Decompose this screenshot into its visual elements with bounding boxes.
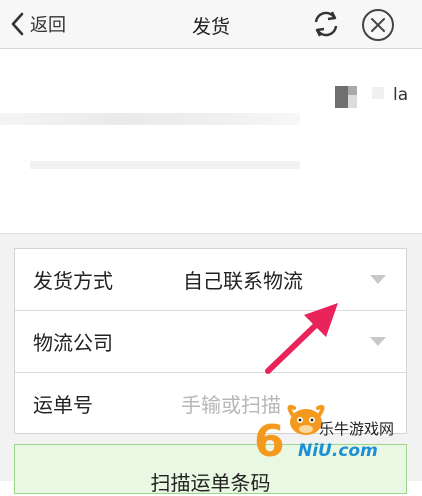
tracking-number-label: 运单号 [33,393,93,417]
nav-header: 返回 发货 [0,0,422,49]
obscured-text-line [30,161,300,169]
shipping-method-row[interactable]: 发货方式 自己联系物流 [15,249,406,311]
watermark-url: NiU.com [298,441,378,461]
shipping-method-label: 发货方式 [33,269,113,293]
logistics-company-row[interactable]: 物流公司 [15,311,406,373]
page-title: 发货 [191,16,230,38]
caret-down-icon [370,275,386,284]
partial-info-text: la [393,85,409,105]
caret-down-icon [370,337,386,346]
annotation-arrow-icon [265,303,338,374]
refresh-icon [314,11,338,37]
obscured-thumbnail [335,86,357,108]
logistics-company-label: 物流公司 [33,331,113,355]
refresh-button[interactable] [310,8,342,40]
watermark-site-name: 乐牛游戏网 [319,420,395,438]
shipping-method-value: 自己联系物流 [183,269,303,293]
watermark-digit: 6 [254,416,285,467]
obscured-thumbnail-small [372,87,384,99]
close-button[interactable] [361,8,395,42]
order-info-area: la [0,49,422,233]
obscured-text-strip [0,113,300,125]
close-circle-icon [362,9,394,41]
